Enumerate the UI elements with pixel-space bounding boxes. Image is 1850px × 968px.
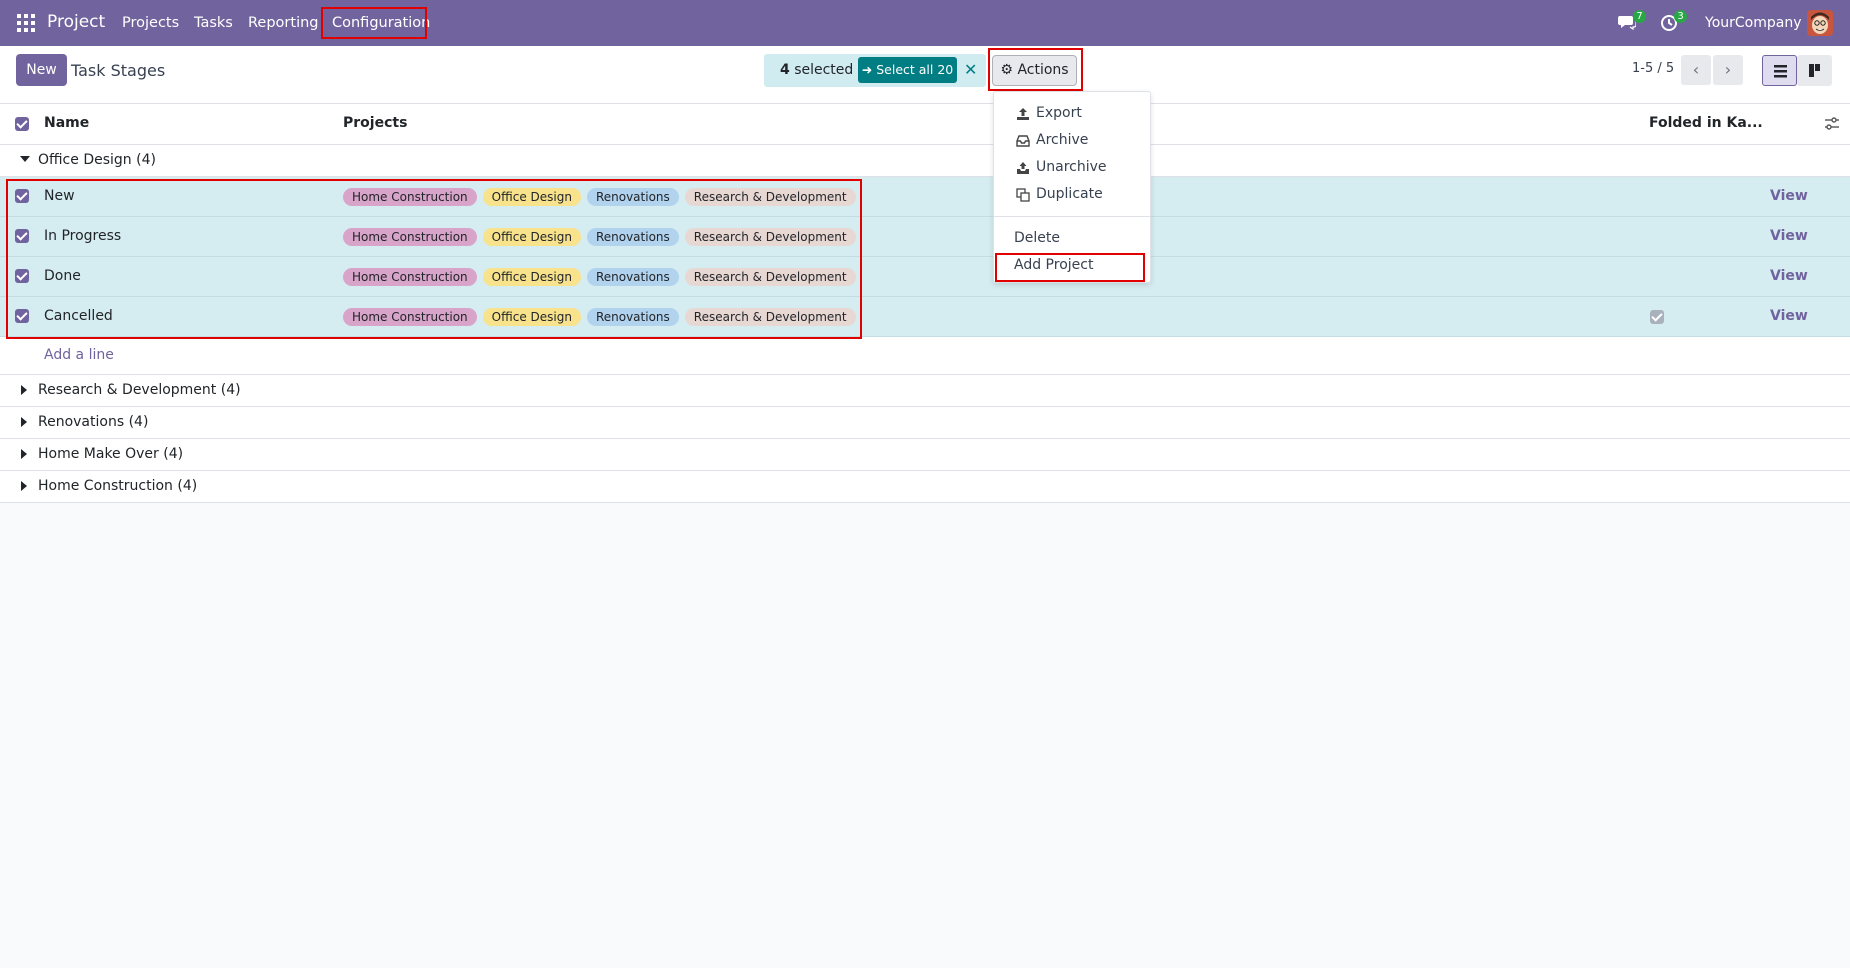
group-label: Research & Development (4) bbox=[38, 382, 241, 398]
apps-menu-icon[interactable] bbox=[17, 14, 35, 32]
add-project-highlight bbox=[995, 253, 1145, 282]
select-all-button[interactable]: ➜ Select all 20 bbox=[858, 57, 957, 83]
copy-icon bbox=[1016, 188, 1030, 202]
group-home-construction[interactable]: Home Construction (4) bbox=[0, 471, 1850, 503]
page-title: Task Stages bbox=[71, 61, 166, 80]
menu-item-delete[interactable]: Delete bbox=[994, 226, 1150, 252]
add-line-row: Add a line bbox=[0, 337, 1850, 375]
menu-item-unarchive[interactable]: Unarchive bbox=[994, 155, 1150, 181]
control-panel: New Task Stages 4 selected ➜ Select all … bbox=[0, 46, 1850, 104]
group-label: Office Design (4) bbox=[38, 152, 156, 168]
menu-item-export[interactable]: Export bbox=[994, 101, 1150, 127]
app-brand[interactable]: Project bbox=[47, 12, 105, 32]
menu-item-archive[interactable]: Archive bbox=[994, 128, 1150, 154]
menu-projects[interactable]: Projects bbox=[122, 15, 179, 31]
arrow-right-icon: ➜ bbox=[861, 62, 873, 77]
list-header: Name Projects Folded in Ka... bbox=[0, 104, 1850, 145]
kanban-view-button[interactable] bbox=[1797, 55, 1832, 86]
view-link[interactable]: View bbox=[1770, 308, 1808, 324]
chevron-right-icon: › bbox=[1724, 60, 1732, 79]
actions-highlight bbox=[988, 48, 1083, 91]
column-projects[interactable]: Projects bbox=[343, 115, 407, 131]
unselect-close-icon[interactable]: ✕ bbox=[964, 60, 977, 79]
new-button[interactable]: New bbox=[16, 54, 67, 86]
caret-down-icon bbox=[20, 156, 30, 162]
caret-right-icon bbox=[21, 417, 27, 427]
chevron-left-icon: ‹ bbox=[1692, 60, 1700, 79]
group-research-development[interactable]: Research & Development (4) bbox=[0, 375, 1850, 407]
view-link[interactable]: View bbox=[1770, 268, 1808, 284]
column-folded[interactable]: Folded in Ka... bbox=[1649, 115, 1763, 131]
pager-next-button[interactable]: › bbox=[1713, 55, 1743, 85]
group-office-design[interactable]: Office Design (4) bbox=[0, 145, 1850, 177]
selected-count: 4 selected bbox=[780, 62, 854, 78]
export-icon bbox=[1017, 108, 1029, 120]
menu-divider bbox=[994, 216, 1150, 217]
configuration-highlight bbox=[321, 7, 427, 39]
menu-reporting[interactable]: Reporting bbox=[248, 15, 319, 31]
activities-badge: 3 bbox=[1674, 10, 1687, 23]
group-label: Home Make Over (4) bbox=[38, 446, 184, 462]
group-label: Renovations (4) bbox=[38, 414, 149, 430]
kanban-view-icon bbox=[1809, 64, 1820, 77]
pager-value[interactable]: 1-5 / 5 bbox=[1632, 61, 1674, 76]
select-all-checkbox[interactable] bbox=[15, 117, 29, 131]
optional-columns-icon[interactable] bbox=[1824, 116, 1840, 132]
avatar-face-icon bbox=[1807, 10, 1833, 36]
company-switcher[interactable]: YourCompany bbox=[1705, 15, 1802, 31]
user-avatar[interactable] bbox=[1807, 10, 1833, 36]
column-name[interactable]: Name bbox=[44, 115, 89, 131]
group-renovations[interactable]: Renovations (4) bbox=[0, 407, 1850, 439]
menu-tasks[interactable]: Tasks bbox=[194, 15, 233, 31]
list-view-icon bbox=[1774, 65, 1787, 78]
inbox-icon bbox=[1016, 135, 1030, 147]
top-navbar: Project Projects Tasks Reporting Configu… bbox=[0, 0, 1850, 46]
selected-rows-highlight bbox=[6, 179, 862, 339]
folded-checkbox bbox=[1650, 310, 1664, 324]
caret-right-icon bbox=[21, 385, 27, 395]
caret-right-icon bbox=[21, 481, 27, 491]
list-view-button[interactable] bbox=[1762, 55, 1797, 86]
add-line-link[interactable]: Add a line bbox=[44, 347, 114, 363]
pager-previous-button[interactable]: ‹ bbox=[1681, 55, 1711, 85]
view-link[interactable]: View bbox=[1770, 188, 1808, 204]
group-home-make-over[interactable]: Home Make Over (4) bbox=[0, 439, 1850, 471]
menu-item-duplicate[interactable]: Duplicate bbox=[994, 182, 1150, 208]
view-link[interactable]: View bbox=[1770, 228, 1808, 244]
upload-tray-icon bbox=[1017, 162, 1029, 174]
messages-badge: 7 bbox=[1633, 10, 1646, 23]
group-label: Home Construction (4) bbox=[38, 478, 198, 494]
selection-bar: 4 selected ➜ Select all 20 ✕ bbox=[764, 54, 986, 87]
caret-right-icon bbox=[21, 449, 27, 459]
